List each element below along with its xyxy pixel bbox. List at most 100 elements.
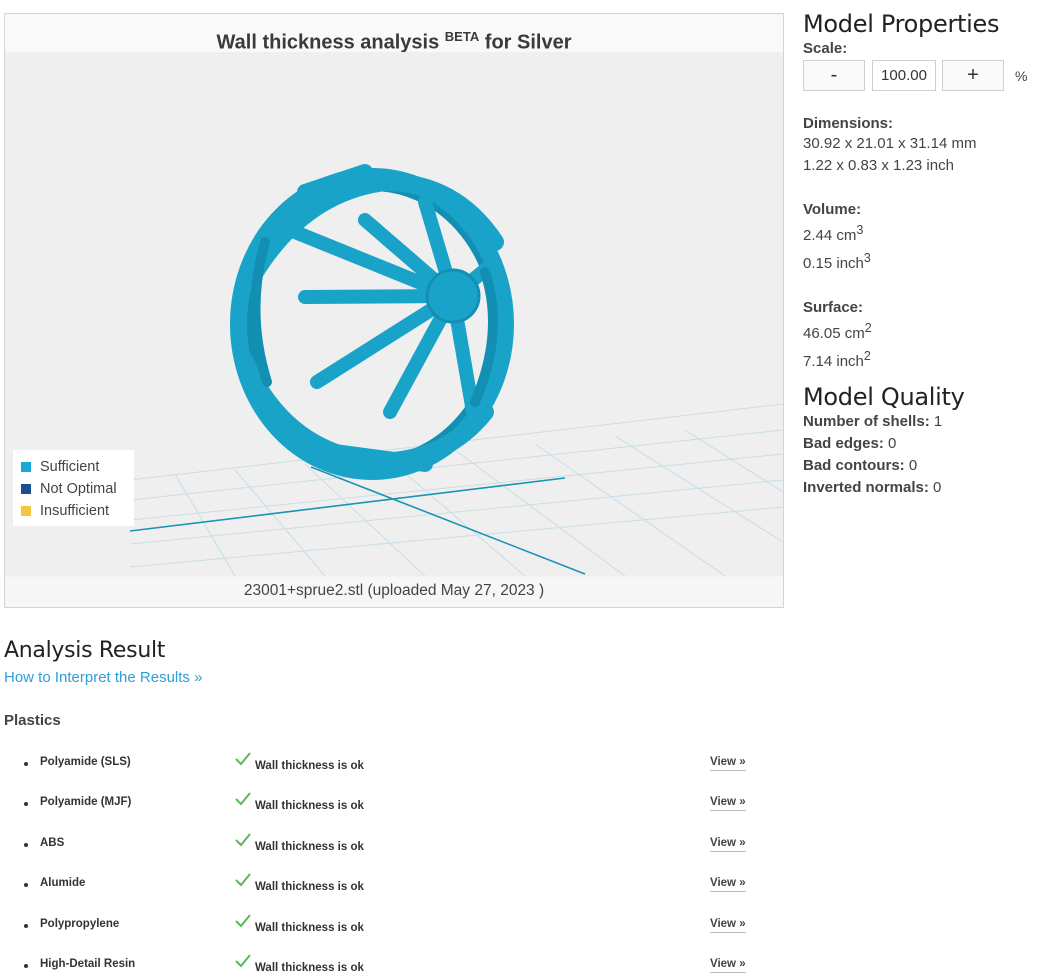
viewer-canvas[interactable]: Sufficient Not Optimal Insufficient	[5, 52, 783, 576]
quality-label: Inverted normals:	[803, 479, 929, 496]
material-name: Polyamide (MJF)	[40, 796, 132, 808]
quality-label: Bad edges:	[803, 435, 884, 452]
quality-value: 0	[933, 479, 942, 496]
view-link[interactable]: View »	[710, 877, 746, 892]
bullet	[24, 883, 28, 887]
quality-inverted-normals: Inverted normals: 0	[803, 477, 1035, 499]
analysis-heading: Analysis Result	[4, 638, 166, 663]
quality-label: Number of shells:	[803, 413, 930, 430]
list-item: Polyamide (MJF) Wall thickness is ok Vie…	[4, 792, 784, 818]
list-item: Polypropylene Wall thickness is ok View …	[4, 914, 784, 940]
category-plastics: Plastics	[4, 712, 61, 729]
status-text: Wall thickness is ok	[255, 800, 364, 812]
percent-unit: %	[1015, 67, 1028, 84]
viewer-title-material: for Silver	[484, 31, 572, 54]
status-text: Wall thickness is ok	[255, 760, 364, 772]
volume-inch: 0.15 inch3	[803, 247, 1035, 275]
surface-inch: 7.14 inch2	[803, 345, 1035, 373]
material-name: Polyamide (SLS)	[40, 756, 131, 768]
scale-input[interactable]	[872, 60, 936, 91]
volume-block: Volume: 2.44 cm3 0.15 inch3	[803, 201, 1035, 275]
legend: Sufficient Not Optimal Insufficient	[13, 450, 134, 526]
scale-control: - + %	[803, 60, 1035, 91]
check-icon	[235, 792, 251, 806]
check-icon	[235, 914, 251, 928]
status-text: Wall thickness is ok	[255, 962, 364, 974]
legend-swatch	[21, 462, 31, 472]
legend-item-not-optimal: Not Optimal	[21, 478, 126, 500]
bullet	[24, 843, 28, 847]
model-properties-heading: Model Properties	[803, 10, 1000, 38]
bullet	[24, 924, 28, 928]
exponent: 3	[863, 251, 871, 265]
exponent: 3	[856, 223, 864, 237]
bullet	[24, 964, 28, 968]
check-icon	[235, 873, 251, 887]
viewer-title: Wall thickness analysis BETA for Silver	[5, 14, 783, 54]
status-text: Wall thickness is ok	[255, 841, 364, 853]
status-text: Wall thickness is ok	[255, 922, 364, 934]
quality-bad-contours: Bad contours: 0	[803, 455, 1035, 477]
surface-block: Surface: 46.05 cm2 7.14 inch2	[803, 299, 1035, 373]
quality-label: Bad contours:	[803, 457, 905, 474]
volume-cm-value: 2.44 cm	[803, 227, 857, 244]
material-name: High-Detail Resin	[40, 958, 136, 970]
surface-label: Surface:	[803, 299, 864, 316]
scale-plus-button[interactable]: +	[942, 60, 1004, 91]
viewer-title-main: Wall thickness analysis	[216, 31, 440, 54]
legend-item-insufficient: Insufficient	[21, 500, 126, 522]
list-item: Alumide Wall thickness is ok View »	[4, 873, 784, 899]
material-name: Polypropylene	[40, 918, 120, 930]
list-item: Polyamide (SLS) Wall thickness is ok Vie…	[4, 752, 784, 778]
view-link[interactable]: View »	[710, 756, 746, 771]
bullet	[24, 802, 28, 806]
volume-cm: 2.44 cm3	[803, 219, 1035, 247]
quality-shells: Number of shells: 1	[803, 411, 1035, 433]
check-icon	[235, 954, 251, 968]
legend-label: Insufficient	[40, 503, 110, 519]
dimensions-block: Dimensions: 30.92 x 21.01 x 31.14 mm 1.2…	[803, 115, 1035, 177]
quality-bad-edges: Bad edges: 0	[803, 433, 1035, 455]
exponent: 2	[863, 349, 871, 363]
check-icon	[235, 752, 251, 766]
legend-swatch	[21, 506, 31, 516]
scale-minus-button[interactable]: -	[803, 60, 865, 91]
volume-label: Volume:	[803, 201, 862, 218]
beta-badge: BETA	[444, 29, 480, 44]
model-hub	[425, 268, 481, 324]
view-link[interactable]: View »	[710, 958, 746, 973]
floor-axes	[129, 466, 586, 575]
quality-value: 1	[933, 413, 943, 430]
analysis-section: Analysis Result How to Interpret the Res…	[4, 638, 784, 974]
status-text: Wall thickness is ok	[255, 881, 364, 893]
quality-value: 0	[908, 457, 918, 474]
surface-cm: 46.05 cm2	[803, 317, 1035, 345]
model-viewer[interactable]: Wall thickness analysis BETA for Silver	[4, 13, 784, 608]
dimensions-mm: 30.92 x 21.01 x 31.14 mm	[803, 135, 977, 152]
check-icon	[235, 833, 251, 847]
surface-inch-value: 7.14 inch	[803, 353, 864, 370]
view-link[interactable]: View »	[710, 918, 746, 933]
bullet	[24, 762, 28, 766]
legend-swatch	[21, 484, 31, 494]
scale-label: Scale:	[803, 40, 848, 57]
file-info: 23001+sprue2.stl (uploaded May 27, 2023 …	[5, 577, 783, 607]
legend-label: Not Optimal	[40, 481, 117, 497]
volume-inch-value: 0.15 inch	[803, 255, 864, 272]
interpret-results-link[interactable]: How to Interpret the Results »	[4, 669, 784, 686]
legend-item-sufficient: Sufficient	[21, 456, 126, 478]
material-name: ABS	[40, 837, 65, 849]
material-name: Alumide	[40, 877, 86, 889]
model-quality-heading: Model Quality	[803, 383, 965, 411]
dimensions-inch: 1.22 x 0.83 x 1.23 inch	[803, 157, 954, 174]
model-properties-panel: Model Properties Scale: - + % Dimensions…	[803, 10, 1035, 499]
surface-cm-value: 46.05 cm	[803, 325, 865, 342]
view-link[interactable]: View »	[710, 837, 746, 852]
quality-list: Number of shells: 1 Bad edges: 0 Bad con…	[803, 411, 1035, 499]
quality-value: 0	[888, 435, 897, 452]
list-item: ABS Wall thickness is ok View »	[4, 833, 784, 859]
dimensions-label: Dimensions:	[803, 115, 894, 132]
view-link[interactable]: View »	[710, 796, 746, 811]
legend-label: Sufficient	[40, 459, 100, 475]
exponent: 2	[864, 321, 872, 335]
